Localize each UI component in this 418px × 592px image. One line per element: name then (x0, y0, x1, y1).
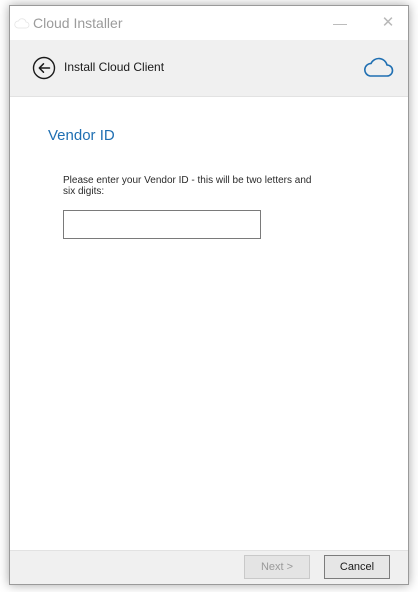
section-heading: Vendor ID (48, 127, 115, 144)
title-bar[interactable]: Cloud Installer — ✕ (10, 6, 408, 40)
cloud-outline-icon (364, 57, 394, 77)
cancel-button[interactable]: Cancel (324, 555, 390, 579)
next-button[interactable]: Next > (244, 555, 310, 579)
wizard-header: Install Cloud Client (10, 40, 408, 97)
cloud-app-icon (14, 18, 30, 29)
installer-window: Cloud Installer — ✕ Install Cloud Client… (9, 5, 409, 585)
minimize-button[interactable]: — (330, 13, 350, 33)
vendor-id-input[interactable] (63, 210, 261, 239)
wizard-footer: Next > Cancel (10, 550, 408, 584)
back-arrow-circle-icon[interactable] (32, 56, 56, 80)
wizard-title: Install Cloud Client (64, 60, 165, 74)
window-title: Cloud Installer (33, 15, 123, 31)
instruction-text: Please enter your Vendor ID - this will … (63, 175, 312, 197)
close-button[interactable]: ✕ (378, 13, 398, 33)
wizard-content: Vendor ID Please enter your Vendor ID - … (10, 97, 408, 552)
